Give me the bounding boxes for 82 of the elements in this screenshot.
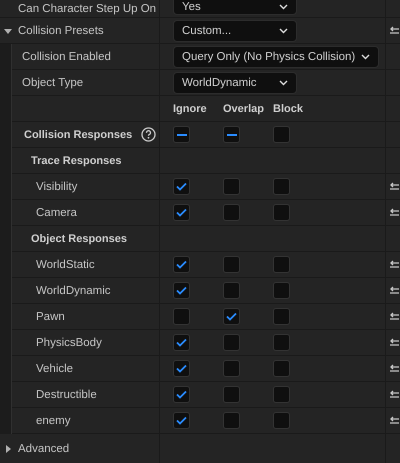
reset-arrow-icon[interactable] [389, 26, 400, 36]
check-icon [176, 208, 187, 217]
checkbox[interactable] [173, 282, 190, 299]
checkbox[interactable] [173, 178, 190, 195]
channel-label: PhysicsBody [36, 336, 102, 348]
channel-label: Vehicle [36, 362, 74, 374]
channel-label: Destructible [36, 388, 97, 400]
column-header: Overlap [223, 102, 265, 114]
caret-right-icon[interactable] [4, 444, 12, 452]
channel-label: Visibility [36, 180, 78, 192]
reset-arrow-icon[interactable] [389, 182, 400, 192]
column-header: Ignore [173, 102, 208, 114]
checkbox[interactable] [173, 308, 190, 325]
checkbox[interactable] [273, 412, 290, 429]
chevron-down-icon [279, 28, 288, 34]
channel-label: Camera [36, 206, 77, 218]
checkbox[interactable] [223, 204, 240, 221]
checkbox[interactable] [173, 256, 190, 273]
checkbox[interactable] [273, 204, 290, 221]
check-icon [176, 260, 187, 269]
property-label: Object Type [22, 76, 84, 88]
group-title: Trace Responses [31, 154, 122, 166]
checkbox[interactable] [223, 178, 240, 195]
property-label: Can Character Step Up On [18, 3, 156, 15]
check-icon [226, 312, 237, 321]
checkbox[interactable] [273, 178, 290, 195]
checkbox[interactable] [173, 334, 190, 351]
reset-arrow-icon[interactable] [389, 286, 400, 296]
reset-arrow-icon[interactable] [389, 364, 400, 374]
channel-label: Pawn [36, 310, 65, 322]
dropdown[interactable]: Query Only (No Physics Collision) [173, 46, 380, 68]
checkbox[interactable] [273, 308, 290, 325]
checkbox[interactable] [223, 282, 240, 299]
dropdown[interactable]: Yes [173, 0, 297, 15]
checkbox[interactable] [173, 126, 190, 143]
column-header: Block [273, 102, 304, 114]
check-icon [176, 338, 187, 347]
dash-icon [226, 134, 236, 136]
checkbox[interactable] [223, 308, 240, 325]
reset-arrow-icon[interactable] [389, 390, 400, 400]
reset-arrow-icon[interactable] [389, 338, 400, 348]
check-icon [176, 416, 187, 425]
checkbox[interactable] [223, 412, 240, 429]
checkbox[interactable] [273, 334, 290, 351]
check-icon [176, 390, 187, 399]
reset-arrow-icon[interactable] [389, 260, 400, 270]
group-title: Object Responses [31, 232, 127, 244]
reset-arrow-icon[interactable] [389, 416, 400, 426]
chevron-down-icon [361, 54, 370, 60]
checkbox[interactable] [223, 256, 240, 273]
checkbox[interactable] [173, 412, 190, 429]
checkbox[interactable] [223, 386, 240, 403]
checkbox[interactable] [273, 282, 290, 299]
property-label: Collision Presets [18, 24, 104, 36]
channel-label: WorldStatic [36, 258, 95, 270]
dropdown[interactable]: WorldDynamic [173, 72, 297, 94]
channel-label: enemy [36, 414, 71, 426]
checkbox[interactable] [173, 204, 190, 221]
section-label: Advanced [18, 442, 70, 454]
checkbox[interactable] [173, 386, 190, 403]
chevron-down-icon [279, 80, 288, 86]
check-icon [176, 286, 187, 295]
property-label: Collision Enabled [22, 50, 111, 62]
checkbox[interactable] [223, 334, 240, 351]
reset-arrow-icon[interactable] [389, 208, 400, 218]
checkbox[interactable] [223, 126, 240, 143]
channel-label: WorldDynamic [36, 284, 111, 296]
reset-arrow-icon[interactable] [389, 312, 400, 322]
chevron-down-icon [279, 4, 288, 10]
checkbox[interactable] [273, 126, 290, 143]
caret-down-icon[interactable] [4, 26, 12, 34]
checkbox[interactable] [273, 386, 290, 403]
check-icon [176, 182, 187, 191]
check-icon [176, 364, 187, 373]
checkbox[interactable] [273, 360, 290, 377]
dash-icon [176, 134, 186, 136]
checkbox[interactable] [273, 256, 290, 273]
checkbox[interactable] [173, 360, 190, 377]
help-icon[interactable] [141, 127, 156, 142]
checkbox[interactable] [223, 360, 240, 377]
section-label: Collision Responses [24, 128, 132, 140]
dropdown[interactable]: Custom... [173, 20, 297, 42]
